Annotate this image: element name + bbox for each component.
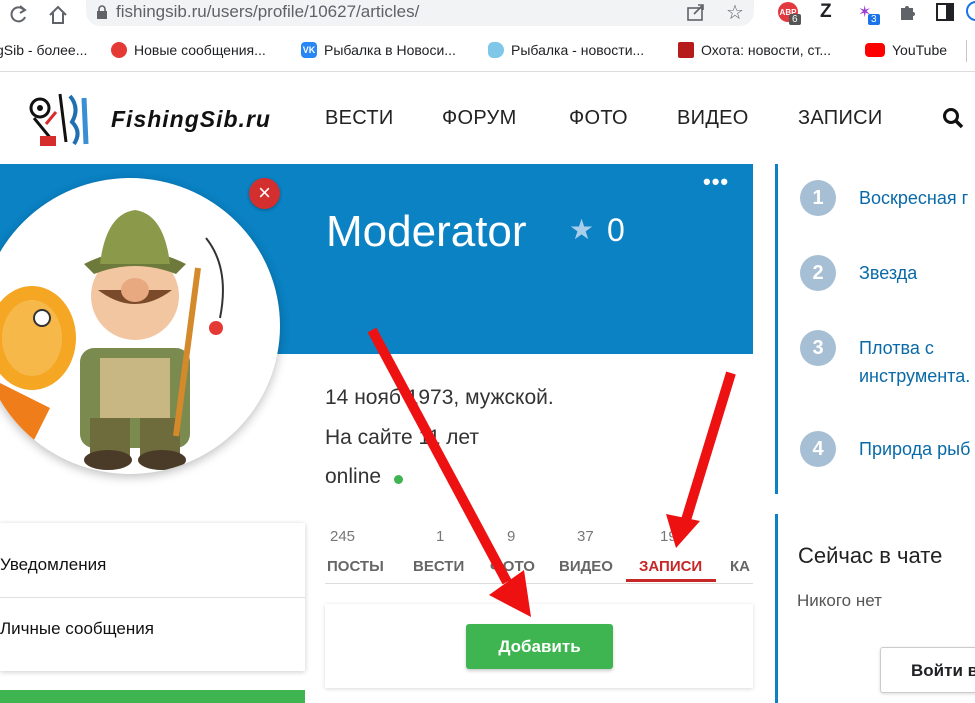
red-arrow-to-add-button	[367, 327, 531, 617]
red-arrow-to-articles-tab	[666, 371, 736, 548]
annotation-arrows	[367, 327, 736, 617]
